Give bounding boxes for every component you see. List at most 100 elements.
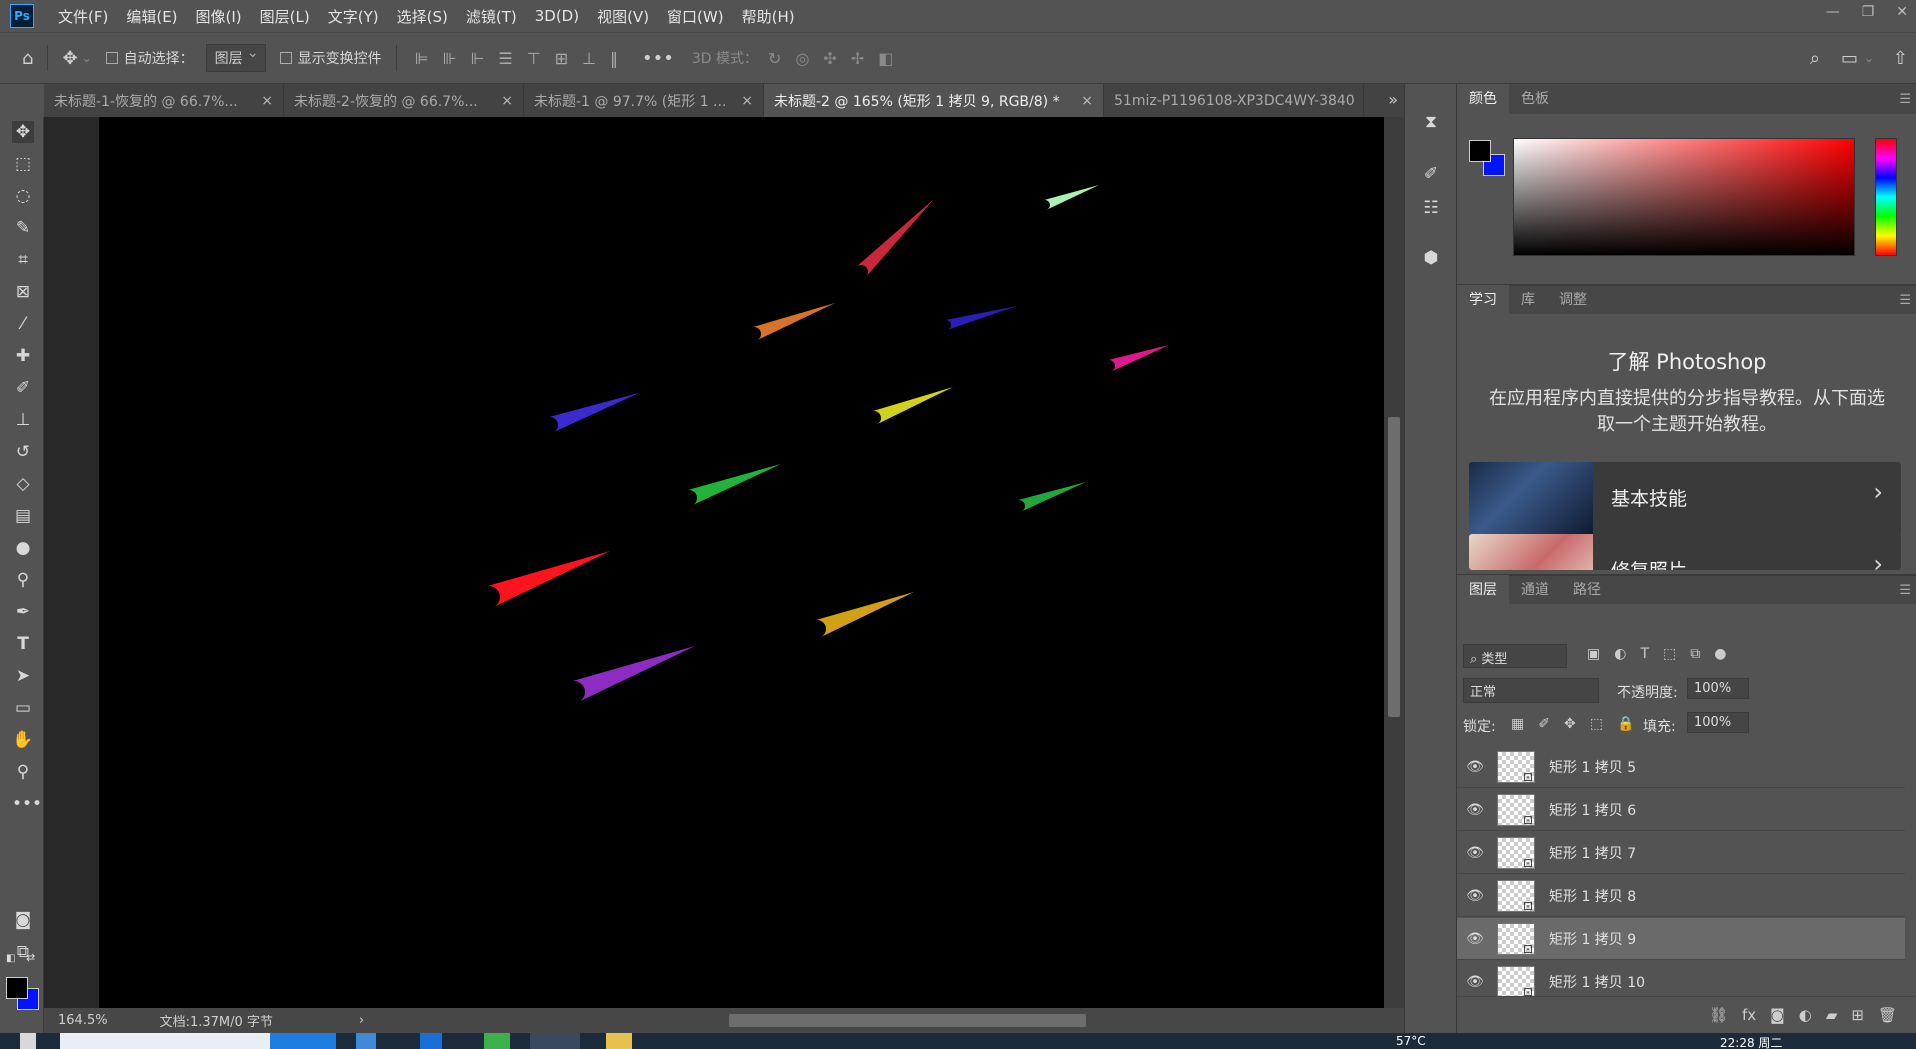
menu-filter[interactable]: 滤镜(T) xyxy=(466,6,517,27)
link-layers-icon[interactable]: ⛓ xyxy=(1709,1006,1728,1024)
visibility-eye-icon[interactable]: 👁 xyxy=(1457,931,1493,947)
healing-brush-tool-icon[interactable]: ✚ xyxy=(12,345,34,367)
pen-tool-icon[interactable]: ✒ xyxy=(12,601,34,623)
taskbar-folder-icon[interactable] xyxy=(606,1033,632,1049)
layer-style-icon[interactable]: fx xyxy=(1742,1006,1756,1024)
tab-document-3[interactable]: 未标题-1 @ 97.7% (矩形 1 ... × xyxy=(524,84,764,117)
3d-roll-icon[interactable]: ◎ xyxy=(795,49,809,68)
menu-view[interactable]: 视图(V) xyxy=(597,6,649,27)
more-tools-icon[interactable]: ••• xyxy=(12,793,42,815)
type-filter-icon[interactable]: T xyxy=(1640,646,1649,662)
start-icon[interactable] xyxy=(20,1033,36,1049)
menu-window[interactable]: 窗口(W) xyxy=(667,6,724,27)
close-tab-icon[interactable]: × xyxy=(261,93,273,109)
home-icon[interactable]: ⌂ xyxy=(22,48,33,69)
align-left-icon[interactable]: ⊫ xyxy=(415,49,429,68)
fill-field[interactable]: 100% xyxy=(1687,712,1749,733)
opacity-field[interactable]: 100% xyxy=(1687,678,1749,699)
visibility-eye-icon[interactable]: 👁 xyxy=(1457,845,1493,861)
layer-row[interactable]: 👁 矩形 1 拷贝 8 xyxy=(1457,875,1905,917)
panel-menu-icon[interactable]: ☰ xyxy=(1899,293,1911,308)
search-icon[interactable]: ⌕ xyxy=(1810,48,1820,69)
screen-mode-icon[interactable]: ⧉ xyxy=(12,941,34,963)
pixel-filter-icon[interactable]: ▣ xyxy=(1587,646,1600,662)
tab-color[interactable]: 颜色 xyxy=(1457,84,1509,114)
taskbar-app-blue[interactable] xyxy=(270,1033,336,1049)
zoom-level[interactable]: 164.5% xyxy=(58,1013,108,1028)
delete-layer-icon[interactable]: 🗑 xyxy=(1878,1006,1897,1024)
tab-libraries[interactable]: 库 xyxy=(1509,285,1547,315)
tab-paths[interactable]: 路径 xyxy=(1561,575,1613,605)
smart-object-filter-icon[interactable]: ⧉ xyxy=(1690,646,1700,662)
add-mask-icon[interactable]: ◙ xyxy=(1770,1006,1785,1024)
workspace-icon[interactable]: ▭ xyxy=(1841,48,1858,69)
tab-document-2[interactable]: 未标题-2-恢复的 @ 66.7%... × xyxy=(284,84,524,117)
lock-position-icon[interactable]: ✥ xyxy=(1564,716,1576,732)
tab-learn[interactable]: 学习 xyxy=(1457,285,1509,315)
stamp-tool-icon[interactable]: ⊥ xyxy=(12,409,34,431)
chevron-down-icon[interactable]: ⌄ xyxy=(82,51,92,65)
taskbar-app-icon[interactable] xyxy=(420,1033,442,1049)
document-canvas[interactable] xyxy=(99,117,1412,1008)
frame-tool-icon[interactable]: ⊠ xyxy=(12,281,34,303)
layer-row[interactable]: 👁 矩形 1 拷贝 5 xyxy=(1457,746,1905,788)
menu-select[interactable]: 选择(S) xyxy=(397,6,448,27)
tab-layers[interactable]: 图层 xyxy=(1457,575,1509,605)
align-bottom-icon[interactable]: ⊥ xyxy=(582,49,596,68)
panel-menu-icon[interactable]: ☰ xyxy=(1899,583,1911,598)
lock-transparent-icon[interactable]: ▦ xyxy=(1511,716,1524,732)
type-tool-icon[interactable]: T xyxy=(12,633,34,655)
layer-row[interactable]: 👁 矩形 1 拷贝 6 xyxy=(1457,789,1905,831)
align-right-icon[interactable]: ⊩ xyxy=(470,49,484,68)
close-tab-icon[interactable]: × xyxy=(1081,93,1093,109)
more-options-icon[interactable]: ••• xyxy=(642,48,674,69)
visibility-eye-icon[interactable]: 👁 xyxy=(1457,888,1493,904)
layer-row[interactable]: 👁 矩形 1 拷贝 7 xyxy=(1457,832,1905,874)
taskbar-app-browser[interactable] xyxy=(60,1033,270,1049)
hand-tool-icon[interactable]: ✋ xyxy=(12,729,34,751)
eyedropper-tool-icon[interactable]: ⁄ xyxy=(12,313,34,335)
scroll-thumb[interactable] xyxy=(1388,417,1400,717)
tab-document-active[interactable]: 未标题-2 @ 165% (矩形 1 拷贝 9, RGB/8) * × xyxy=(764,84,1104,117)
taskbar-photoshop-icon[interactable] xyxy=(530,1033,580,1049)
shape-filter-icon[interactable]: ⬚ xyxy=(1663,646,1676,662)
quick-select-tool-icon[interactable]: ✎ xyxy=(12,217,34,239)
restore-icon[interactable]: ❐ xyxy=(1862,4,1875,20)
hue-slider[interactable] xyxy=(1875,138,1897,256)
tab-adjustments[interactable]: 调整 xyxy=(1547,285,1599,315)
filter-toggle-icon[interactable]: ● xyxy=(1714,646,1726,662)
close-icon[interactable]: ✕ xyxy=(1896,4,1908,20)
visibility-eye-icon[interactable]: 👁 xyxy=(1457,759,1493,775)
visibility-eye-icon[interactable]: 👁 xyxy=(1457,802,1493,818)
close-tab-icon[interactable]: × xyxy=(741,93,753,109)
3d-camera-icon[interactable]: ◧ xyxy=(878,49,893,68)
move-tool-icon[interactable]: ✥ xyxy=(62,48,77,69)
menu-edit[interactable]: 编辑(E) xyxy=(126,6,177,27)
vertical-scrollbar[interactable] xyxy=(1384,117,1404,1008)
zoom-tool-icon[interactable]: ⚲ xyxy=(12,761,34,783)
move-tool-icon[interactable]: ✥ xyxy=(12,121,34,143)
share-icon[interactable]: ⇧ xyxy=(1893,48,1908,69)
menu-help[interactable]: 帮助(H) xyxy=(742,6,795,27)
quick-mask-icon[interactable]: ◙ xyxy=(12,909,34,931)
foreground-color-swatch[interactable] xyxy=(1469,140,1491,162)
adjustment-filter-icon[interactable]: ◐ xyxy=(1614,646,1626,662)
tab-document-1[interactable]: 未标题-1-恢复的 @ 66.7%... × xyxy=(44,84,284,117)
brush-tool-icon[interactable]: ✐ xyxy=(12,377,34,399)
menu-image[interactable]: 图像(I) xyxy=(196,6,242,27)
dodge-tool-icon[interactable]: ⚲ xyxy=(12,569,34,591)
lasso-tool-icon[interactable]: ◌ xyxy=(12,185,34,207)
menu-layer[interactable]: 图层(L) xyxy=(260,6,310,27)
lock-all-icon[interactable]: 🔒 xyxy=(1617,716,1634,732)
auto-select-dropdown[interactable]: 图层 xyxy=(205,44,266,72)
layer-filter-dropdown[interactable]: ⌕ 类型 xyxy=(1463,644,1567,668)
tab-channels[interactable]: 通道 xyxy=(1509,575,1561,605)
marquee-tool-icon[interactable]: ⬚ xyxy=(12,153,34,175)
taskbar-app-icon[interactable] xyxy=(484,1033,510,1049)
distribute-horizontal-icon[interactable]: ‖ xyxy=(610,49,618,68)
align-center-icon[interactable]: ⊪ xyxy=(443,49,457,68)
visibility-eye-icon[interactable]: 👁 xyxy=(1457,974,1493,990)
3d-slide-icon[interactable]: ✢ xyxy=(851,49,864,68)
history-brush-tool-icon[interactable]: ↺ xyxy=(12,441,34,463)
3d-rotate-icon[interactable]: ↻ xyxy=(768,49,781,68)
